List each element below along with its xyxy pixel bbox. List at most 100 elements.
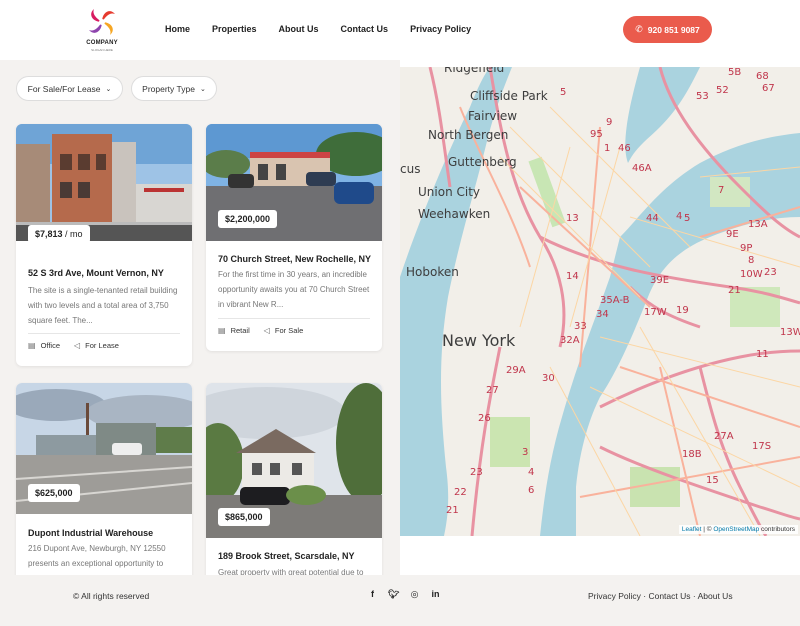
map-label: Guttenberg — [448, 155, 517, 169]
route-label: 13W — [780, 327, 800, 338]
price-value: $7,813 — [35, 229, 63, 239]
listing-meta: ▤ Retail ◁ For Sale — [218, 326, 317, 335]
property-type: Retail — [230, 326, 250, 335]
sale-lease-filter-label: For Sale/For Lease — [27, 83, 101, 94]
footer-links: Privacy Policy · Contact Us · About Us — [588, 591, 733, 601]
logo-tagline: SLOGAN HERE — [91, 48, 113, 52]
route-label: 32A — [560, 335, 580, 346]
route-label: 46 — [618, 143, 631, 154]
route-label: 95 — [590, 129, 603, 140]
map-attribution: Leaflet | © OpenStreetMap contributors — [678, 525, 798, 534]
listings-panel[interactable]: For Sale/For Lease ⌄ Property Type ⌄ $7,… — [0, 60, 400, 575]
map-label: Union City — [418, 185, 481, 199]
property-map[interactable]: Ridgefield Cliffside Park Fairview North… — [400, 67, 800, 536]
instagram-icon[interactable]: ◎ — [404, 589, 425, 600]
route-label: 4 — [676, 211, 683, 222]
route-label: 4 — [528, 467, 535, 478]
listing-photo[interactable] — [16, 124, 192, 241]
company-logo[interactable]: COMPANY SLOGAN HERE — [84, 6, 120, 56]
logo-swirl-icon — [89, 9, 115, 35]
listing-title[interactable]: 52 S 3rd Ave, Mount Vernon, NY — [28, 268, 164, 278]
footer-link-about-us[interactable]: About Us — [698, 591, 733, 601]
nav-privacy-policy[interactable]: Privacy Policy — [410, 24, 471, 34]
route-label: 21 — [446, 505, 459, 516]
listing-description: For the first time in 30 years, an incre… — [218, 270, 370, 309]
route-label: 9 — [606, 117, 613, 128]
route-label: 6 — [528, 485, 535, 496]
main-nav: Home Properties About Us Contact Us Priv… — [165, 24, 493, 34]
price-value: $625,000 — [35, 488, 73, 498]
sale-lease-filter[interactable]: For Sale/For Lease ⌄ — [16, 76, 123, 101]
map-label: Weehawken — [418, 207, 491, 221]
listing-status: For Sale — [274, 326, 304, 335]
nav-home[interactable]: Home — [165, 24, 190, 34]
route-label: 15 — [706, 475, 719, 486]
price-value: $2,200,000 — [225, 214, 271, 224]
attribution-separator: | © — [701, 526, 714, 533]
megaphone-icon: ◁ — [263, 326, 270, 335]
route-label: 13A — [748, 219, 768, 230]
phone-button[interactable]: ✆ 920 851 9087 — [623, 16, 712, 43]
map-label: Ridgefield — [444, 67, 505, 75]
route-label: 9E — [726, 229, 739, 240]
footer-link-contact-us[interactable]: Contact Us — [648, 591, 690, 601]
route-label: 22 — [454, 487, 467, 498]
linkedin-icon[interactable]: in — [425, 589, 446, 600]
route-label: 44 — [646, 213, 659, 224]
route-label: 21 — [728, 285, 741, 296]
footer-link-privacy-policy[interactable]: Privacy Policy — [588, 591, 641, 601]
route-label: 68 — [756, 71, 769, 82]
route-label: 7 — [718, 185, 725, 196]
route-label: 17S — [752, 441, 772, 452]
route-label: 30 — [542, 373, 555, 384]
property-type-filter[interactable]: Property Type ⌄ — [131, 76, 217, 101]
route-label: 9P — [740, 243, 753, 254]
listing-description: 216 Dupont Ave, Newburgh, NY 12550 prese… — [28, 544, 166, 568]
listing-card[interactable]: $7,813 / mo 52 S 3rd Ave, Mount Vernon, … — [16, 124, 192, 366]
price-unit: / mo — [62, 229, 83, 239]
listing-card[interactable]: $865,000 189 Brook Street, Scarsdale, NY… — [206, 383, 382, 575]
map-label: North Bergen — [428, 128, 509, 142]
route-label: 39E — [650, 275, 670, 286]
property-type-filter-label: Property Type — [142, 83, 195, 94]
card-divider — [28, 333, 180, 334]
route-label: 5 — [560, 87, 567, 98]
chevron-down-icon: ⌄ — [105, 85, 112, 93]
twitter-icon[interactable]: 🐦︎ — [383, 589, 404, 600]
copyright-text: © All rights reserved — [73, 591, 150, 601]
nav-contact-us[interactable]: Contact Us — [341, 24, 389, 34]
route-label: 52 — [716, 85, 729, 96]
price-value: $865,000 — [225, 512, 263, 522]
listing-card[interactable]: $2,200,000 70 Church Street, New Rochell… — [206, 124, 382, 351]
route-label: 14 — [566, 271, 579, 282]
facebook-icon[interactable]: f — [362, 589, 383, 600]
nav-properties[interactable]: Properties — [212, 24, 257, 34]
listing-price: $625,000 — [28, 484, 80, 502]
listing-description: The site is a single-tenanted retail bui… — [28, 286, 178, 325]
listing-price: $2,200,000 — [218, 210, 278, 228]
route-label: 46A — [632, 163, 652, 174]
listing-title[interactable]: 189 Brook Street, Scarsdale, NY — [218, 551, 355, 561]
building-icon: ▤ — [28, 341, 36, 350]
route-label: 33 — [574, 321, 587, 332]
phone-number: 920 851 9087 — [647, 24, 700, 35]
site-footer: © All rights reserved f 🐦︎ ◎ in Privacy … — [0, 575, 800, 626]
map-label: Cliffside Park — [470, 89, 548, 103]
route-label: 67 — [762, 83, 775, 94]
megaphone-icon: ◁ — [74, 341, 81, 350]
route-label: 34 — [596, 309, 609, 320]
listing-title[interactable]: Dupont Industrial Warehouse — [28, 528, 153, 538]
openstreetmap-link[interactable]: OpenStreetMap — [713, 526, 759, 533]
nav-about-us[interactable]: About Us — [279, 24, 319, 34]
listing-card[interactable]: $625,000 Dupont Industrial Warehouse 216… — [16, 383, 192, 575]
listing-status: For Lease — [85, 341, 119, 350]
phone-icon: ✆ — [635, 24, 643, 34]
route-label: 13 — [566, 213, 579, 224]
leaflet-link[interactable]: Leaflet — [682, 526, 702, 533]
site-header: COMPANY SLOGAN HERE Home Properties Abou… — [0, 0, 800, 60]
route-label: 23 — [764, 267, 777, 278]
footer-link-separator: · — [690, 591, 698, 601]
route-label: 35A-B — [600, 295, 630, 306]
listing-title[interactable]: 70 Church Street, New Rochelle, NY — [218, 254, 371, 264]
listing-description: Great property with great potential due … — [218, 568, 364, 575]
